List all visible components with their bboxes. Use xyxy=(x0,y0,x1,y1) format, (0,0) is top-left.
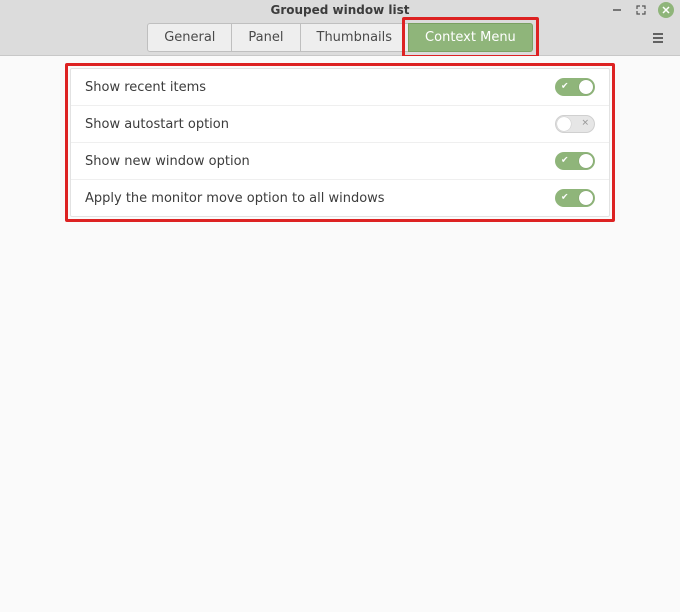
toggle-show-recent-items[interactable]: ✔ xyxy=(555,78,595,96)
minimize-button[interactable] xyxy=(610,3,624,17)
hamburger-icon xyxy=(651,31,665,45)
hamburger-menu-button[interactable] xyxy=(648,28,668,48)
tab-thumbnails[interactable]: Thumbnails xyxy=(300,23,410,52)
toggle-show-autostart-option[interactable]: ✕ xyxy=(555,115,595,133)
maximize-icon xyxy=(636,5,646,15)
cross-icon: ✕ xyxy=(581,120,589,129)
setting-label: Show autostart option xyxy=(85,117,229,132)
tab-context-menu[interactable]: Context Menu xyxy=(408,23,533,52)
setting-row-show-autostart-option: Show autostart option ✕ xyxy=(71,106,609,143)
toggle-knob xyxy=(579,80,593,94)
setting-label: Show recent items xyxy=(85,80,206,95)
setting-label: Show new window option xyxy=(85,154,250,169)
window: Grouped window list xyxy=(0,0,680,612)
close-icon xyxy=(662,6,670,14)
settings-panel: Show recent items ✔ Show autostart optio… xyxy=(70,68,610,217)
maximize-button[interactable] xyxy=(634,3,648,17)
setting-label: Apply the monitor move option to all win… xyxy=(85,191,385,206)
toggle-knob xyxy=(579,191,593,205)
minimize-icon xyxy=(612,5,622,15)
window-title: Grouped window list xyxy=(271,3,410,17)
toggle-knob xyxy=(579,154,593,168)
setting-row-show-new-window-option: Show new window option ✔ xyxy=(71,143,609,180)
tab-bar: General Panel Thumbnails Context Menu xyxy=(147,23,533,52)
toolbar: General Panel Thumbnails Context Menu xyxy=(0,20,680,56)
titlebar: Grouped window list xyxy=(0,0,680,20)
content-area: Show recent items ✔ Show autostart optio… xyxy=(0,56,680,612)
close-button[interactable] xyxy=(658,2,674,18)
setting-row-show-recent-items: Show recent items ✔ xyxy=(71,69,609,106)
window-controls xyxy=(610,2,674,18)
tab-panel[interactable]: Panel xyxy=(231,23,300,52)
setting-row-apply-monitor-move-all: Apply the monitor move option to all win… xyxy=(71,180,609,216)
check-icon: ✔ xyxy=(561,194,569,203)
toggle-show-new-window-option[interactable]: ✔ xyxy=(555,152,595,170)
check-icon: ✔ xyxy=(561,83,569,92)
check-icon: ✔ xyxy=(561,157,569,166)
toggle-knob xyxy=(557,117,571,131)
toggle-apply-monitor-move-all[interactable]: ✔ xyxy=(555,189,595,207)
tab-general[interactable]: General xyxy=(147,23,232,52)
